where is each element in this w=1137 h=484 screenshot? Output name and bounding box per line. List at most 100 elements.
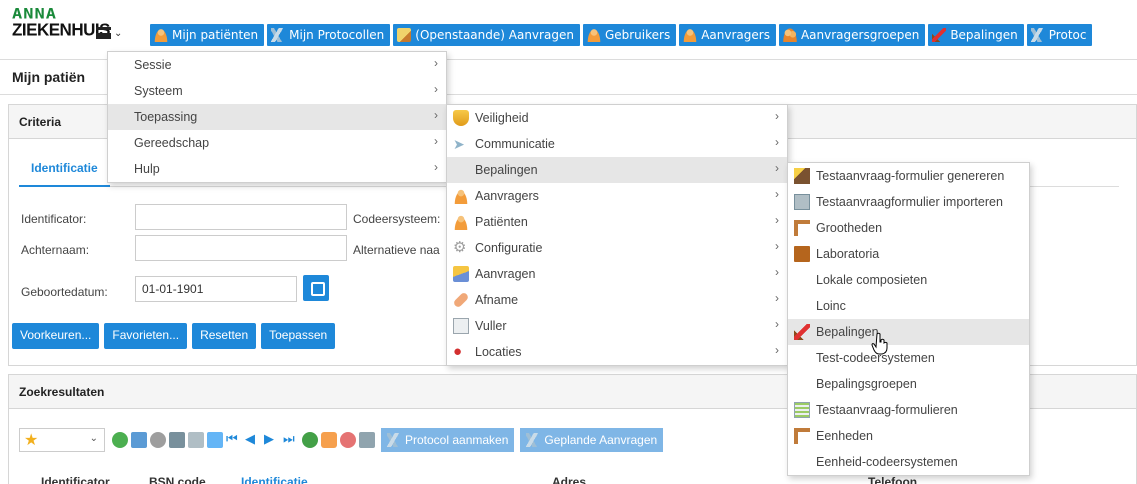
menu-item-label: Toepassing	[134, 110, 198, 124]
menu-item-patienten[interactable]: Patiënten ›	[447, 209, 787, 235]
tab-mijn-protocollen[interactable]: Mijn Protocollen	[267, 24, 391, 46]
tab-gebruikers[interactable]: Gebruikers	[582, 24, 677, 46]
chevron-right-icon: ›	[775, 317, 779, 331]
menu-item-bepalingen-sub[interactable]: Bepalingen	[788, 319, 1029, 345]
tab-aanvragersgroepen[interactable]: Aanvragersgroepen	[778, 24, 926, 46]
tab-bepalingen[interactable]: Bepalingen	[928, 24, 1024, 46]
menu-item-label: Gereedschap	[134, 136, 210, 150]
menu-item-loinc[interactable]: Loinc	[788, 293, 1029, 319]
menu-item-label: Testaanvraagformulier importeren	[816, 195, 1003, 209]
menu-item-label: Bepalingen	[475, 163, 538, 177]
next-page-icon[interactable]: ▶	[264, 432, 280, 448]
menu-item-label: Bepalingsgroepen	[816, 377, 917, 391]
chevron-right-icon: ›	[775, 265, 779, 279]
tab-label: Bepalingen	[950, 28, 1018, 42]
menu-item-test-codeersystemen[interactable]: Test-codeersystemen	[788, 345, 1029, 371]
menu-item-grootheden[interactable]: Grootheden	[788, 215, 1029, 241]
achternaam-input[interactable]	[135, 235, 347, 261]
voorkeuren-button[interactable]: Voorkeuren...	[12, 323, 100, 349]
wand-icon	[794, 168, 810, 184]
menu-item-testaanvraag-importeren[interactable]: Testaanvraagformulier importeren	[788, 189, 1029, 215]
protocol-icon	[1030, 28, 1045, 42]
tab-aanvragers[interactable]: Aanvragers	[679, 24, 776, 46]
menu-item-gereedschap[interactable]: Gereedschap ›	[108, 130, 446, 156]
main-menu-button[interactable]: ⌄	[96, 20, 130, 46]
menu-item-label: Aanvragen	[475, 267, 536, 281]
gear-icon[interactable]	[150, 432, 166, 448]
export-icon[interactable]	[207, 432, 223, 448]
favorites-select[interactable]: ★ ⌄	[19, 428, 105, 452]
results-toolbar: ★ ⌄ ⏮ ◀ ▶ ⏭ Protocol aanmaken Geplande A…	[19, 427, 664, 453]
chevron-down-icon: ⌄	[89, 433, 98, 444]
search-icon[interactable]	[131, 432, 147, 448]
refresh-icon[interactable]	[112, 432, 128, 448]
shield-icon	[453, 110, 469, 126]
menu-item-afname[interactable]: Afname ›	[447, 287, 787, 313]
menu-item-vuller[interactable]: Vuller ›	[447, 313, 787, 339]
geplande-aanvragen-button[interactable]: Geplande Aanvragen	[520, 428, 664, 452]
hand-cursor-icon	[871, 332, 888, 355]
protocol-icon	[526, 433, 541, 447]
menu-item-label: Locaties	[475, 345, 522, 359]
duplicate-icon[interactable]	[188, 432, 204, 448]
add-icon[interactable]	[302, 432, 318, 448]
pen-icon	[453, 266, 469, 282]
menu-item-aanvragers[interactable]: Aanvragers ›	[447, 183, 787, 209]
menu-item-toepassing[interactable]: Toepassing ›	[108, 104, 446, 130]
menu-item-aanvragen[interactable]: Aanvragen ›	[447, 261, 787, 287]
menu-item-hulp[interactable]: Hulp ›	[108, 156, 446, 182]
column-header-identificator[interactable]: Identificator	[41, 475, 110, 484]
edit-icon[interactable]	[321, 432, 337, 448]
tab-identificatie[interactable]: Identificatie	[19, 151, 110, 187]
favorieten-button[interactable]: Favorieten...	[104, 323, 188, 349]
tab-openstaande-aanvragen[interactable]: (Openstaande) Aanvragen	[393, 24, 580, 46]
menu-item-laboratoria[interactable]: Laboratoria	[788, 241, 1029, 267]
column-header-bsn[interactable]: BSN code	[149, 475, 206, 484]
menu-item-label: Laboratoria	[816, 247, 880, 261]
identificator-label: Identificator:	[21, 212, 87, 226]
import-icon	[794, 194, 810, 210]
menu-item-eenheid-codeersystemen[interactable]: Eenheid-codeersystemen	[788, 449, 1029, 475]
menu-item-label: Testaanvraag-formulieren	[816, 403, 958, 417]
menu-item-label: Configuratie	[475, 241, 543, 255]
menu-item-lokale-composieten[interactable]: Lokale composieten	[788, 267, 1029, 293]
menu-item-label: Testaanvraag-formulier genereren	[816, 169, 1005, 183]
menu-item-configuratie[interactable]: ⚙ Configuratie ›	[447, 235, 787, 261]
copy-icon[interactable]	[169, 432, 185, 448]
menu-item-communicatie[interactable]: ➤ Communicatie ›	[447, 131, 787, 157]
previous-page-icon[interactable]: ◀	[245, 432, 261, 448]
tab-mijn-patienten[interactable]: Mijn patiënten	[150, 24, 265, 46]
delete-icon[interactable]	[340, 432, 356, 448]
bandage-icon	[452, 291, 470, 309]
form-icon	[794, 402, 810, 418]
protocol-aanmaken-button[interactable]: Protocol aanmaken	[381, 428, 515, 452]
menu-item-veiligheid[interactable]: Veiligheid ›	[447, 105, 787, 131]
menu-item-testaanvraag-genereren[interactable]: Testaanvraag-formulier genereren	[788, 163, 1029, 189]
column-header-telefoon[interactable]: Telefoon	[868, 475, 917, 484]
menu-item-sessie[interactable]: Sessie ›	[108, 52, 446, 78]
page-title: Mijn patiën	[12, 69, 86, 85]
chevron-right-icon: ›	[775, 213, 779, 227]
column-header-adres[interactable]: Adres	[552, 475, 586, 484]
menu-item-testaanvraag-formulieren[interactable]: Testaanvraag-formulieren	[788, 397, 1029, 423]
menu-item-locaties[interactable]: ● Locaties ›	[447, 339, 787, 365]
column-header-identificatie[interactable]: Identificatie	[241, 475, 308, 484]
last-page-icon[interactable]: ⏭	[283, 432, 299, 448]
tab-protocollen[interactable]: Protoc	[1026, 24, 1093, 46]
menu-item-bepalingen[interactable]: Bepalingen ›	[447, 157, 787, 183]
geboortedatum-input[interactable]: 01-01-1901	[135, 276, 297, 302]
alternatieve-naam-label: Alternatieve naa	[353, 243, 440, 257]
report-icon[interactable]	[359, 432, 375, 448]
toepassen-button[interactable]: Toepassen	[261, 323, 336, 349]
resetten-button[interactable]: Resetten	[192, 323, 257, 349]
menu-item-eenheden[interactable]: Eenheden	[788, 423, 1029, 449]
chevron-right-icon: ›	[775, 135, 779, 149]
menu-item-label: Eenheid-codeersystemen	[816, 455, 958, 469]
menu-item-bepalingsgroepen[interactable]: Bepalingsgroepen	[788, 371, 1029, 397]
identificator-input[interactable]	[135, 204, 347, 230]
menu-item-systeem[interactable]: Systeem ›	[108, 78, 446, 104]
menu-item-label: Eenheden	[816, 429, 874, 443]
first-page-icon[interactable]: ⏮	[226, 432, 242, 448]
calendar-icon[interactable]	[303, 275, 329, 301]
codeersysteem-label: Codeersysteem:	[353, 212, 441, 226]
